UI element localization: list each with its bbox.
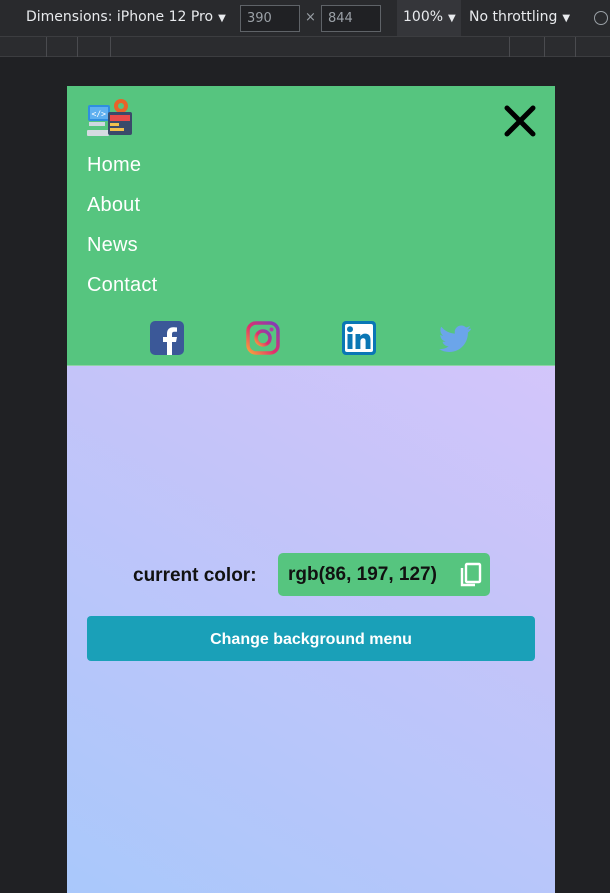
chevron-down-icon: ▼ xyxy=(562,13,571,24)
device-height-input[interactable] xyxy=(321,5,381,32)
zoom-label: 100% xyxy=(403,9,444,25)
nav-link-news[interactable]: News xyxy=(87,234,138,257)
device-viewport: </> Home About News Contact current colo… xyxy=(67,86,555,893)
throttling-dropdown[interactable]: No throttling ▼ xyxy=(469,9,570,25)
dimension-separator: × xyxy=(305,10,316,25)
ruler-tick xyxy=(46,37,47,57)
chevron-down-icon: ▼ xyxy=(448,13,456,24)
media-query-ruler xyxy=(0,37,610,57)
device-dimensions-label: Dimensions: iPhone 12 Pro xyxy=(26,9,214,25)
current-color-row: current color: rgb(86, 197, 127) xyxy=(67,553,555,597)
copy-icon[interactable] xyxy=(458,562,482,588)
close-menu-button[interactable] xyxy=(503,104,537,138)
nav-menu: </> Home About News Contact xyxy=(67,86,555,366)
nav-link-about[interactable]: About xyxy=(87,194,140,217)
ruler-tick xyxy=(110,37,111,57)
ruler-tick xyxy=(509,37,510,57)
facebook-icon[interactable] xyxy=(150,321,184,355)
twitter-icon[interactable] xyxy=(438,321,472,355)
sensor-icon[interactable] xyxy=(594,11,608,25)
color-value-text: rgb(86, 197, 127) xyxy=(288,564,437,585)
ruler-tick xyxy=(77,37,78,57)
ruler-tick xyxy=(544,37,545,57)
device-dimensions-dropdown[interactable]: Dimensions: iPhone 12 Pro ▼ xyxy=(26,9,226,25)
linkedin-icon[interactable] xyxy=(342,321,376,355)
chevron-down-icon: ▼ xyxy=(218,13,226,24)
instagram-icon[interactable] xyxy=(246,321,280,355)
nav-link-home[interactable]: Home xyxy=(87,154,141,177)
device-width-input[interactable] xyxy=(240,5,300,32)
change-background-button[interactable]: Change background menu xyxy=(87,616,535,661)
nav-link-contact[interactable]: Contact xyxy=(87,274,157,297)
svg-text:</>: </> xyxy=(92,110,107,119)
throttling-label: No throttling xyxy=(469,9,558,25)
zoom-dropdown[interactable]: 100% ▼ xyxy=(397,0,461,36)
devtools-toolbar: Dimensions: iPhone 12 Pro ▼ × 100% ▼ No th… xyxy=(0,0,610,37)
logo-icon: </> xyxy=(87,99,132,136)
current-color-label: current color: xyxy=(133,565,257,586)
color-value-chip[interactable]: rgb(86, 197, 127) xyxy=(278,553,490,596)
ruler-tick xyxy=(575,37,576,57)
